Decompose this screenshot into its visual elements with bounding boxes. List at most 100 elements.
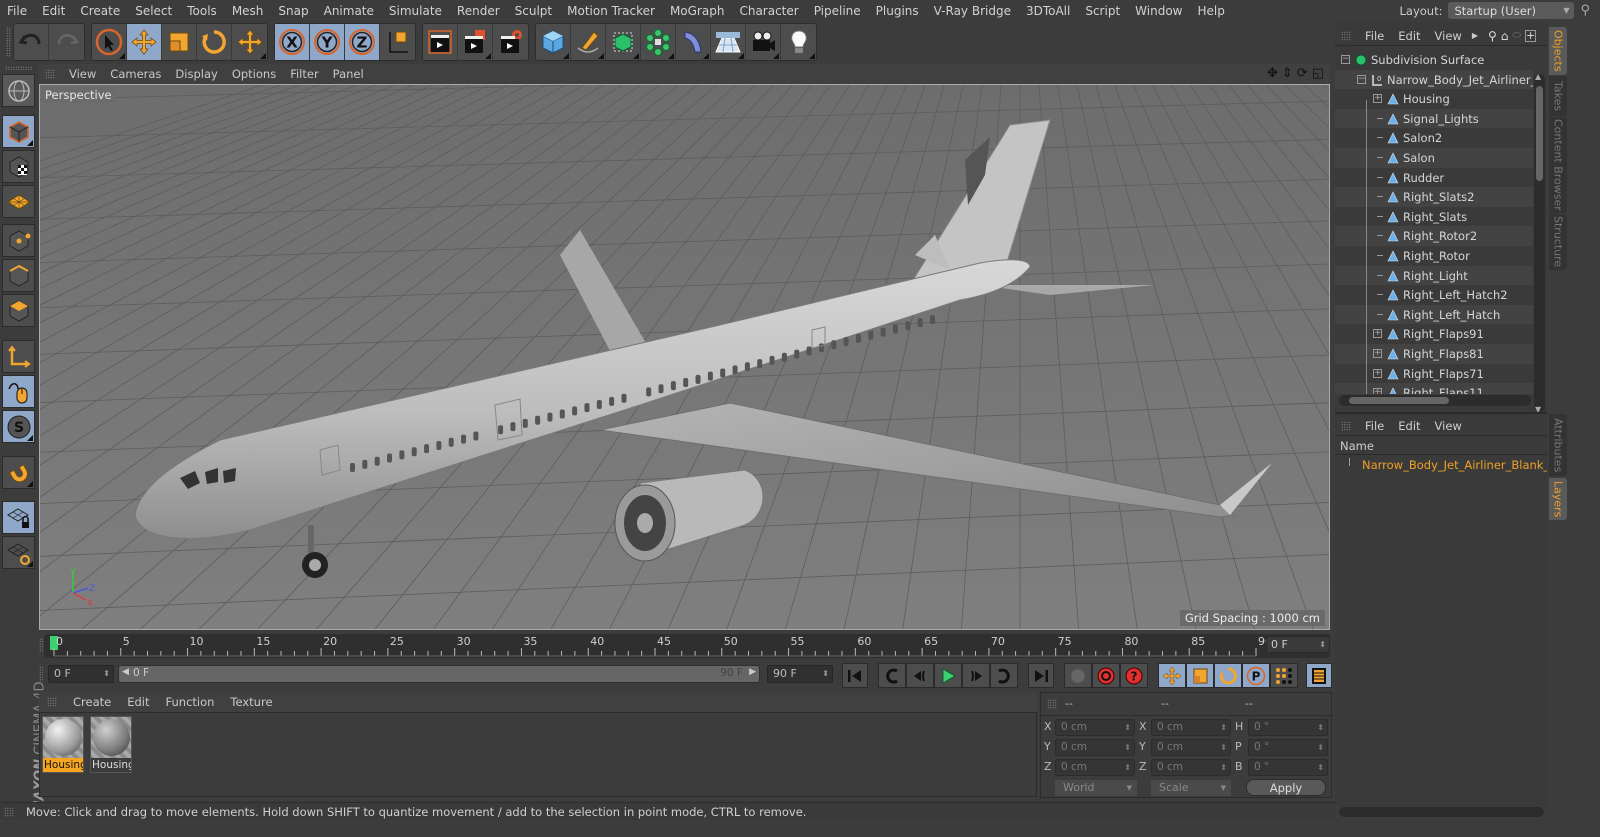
tab-attributes[interactable]: Attributes (1549, 414, 1567, 476)
tab-objects[interactable]: Objects (1549, 27, 1567, 75)
size-z-field[interactable]: 0 cm ⬍ (1151, 759, 1231, 776)
apply-button[interactable]: Apply (1246, 779, 1326, 796)
view-navigation-button[interactable] (2, 74, 35, 107)
object-row[interactable]: Right_Left_Hatch2 (1335, 285, 1533, 305)
menu-render[interactable]: Render (457, 4, 500, 18)
object-horizontal-scrollbar[interactable] (1339, 395, 1531, 406)
polygons-mode-button[interactable] (2, 294, 35, 327)
menu-tools[interactable]: Tools (187, 4, 217, 18)
menu-character[interactable]: Character (739, 4, 798, 18)
viewport-menu-cameras[interactable]: Cameras (110, 67, 161, 81)
3d-viewport[interactable]: Y Z X Perspective Grid Spacing : 1000 cm (39, 84, 1330, 630)
layer-row[interactable]: Narrow_Body_Jet_Airliner_Blank_L (1335, 456, 1547, 474)
cloner-button[interactable] (641, 24, 676, 60)
material-swatch[interactable]: Housing (90, 716, 132, 773)
viewport-menu-options[interactable]: Options (232, 67, 276, 81)
tweak-mode-button[interactable] (2, 375, 35, 408)
viewport-menu-filter[interactable]: Filter (290, 67, 318, 81)
timeline-ruler[interactable]: 0 5 10 15 20 25 30 35 40 45 50 55 60 65 70 75 80 85 90 (44, 634, 1330, 658)
viewport-menu-display[interactable]: Display (175, 67, 217, 81)
layer-name-column-header[interactable]: Name (1335, 439, 1547, 455)
workplane-align-button[interactable] (2, 536, 35, 569)
move-tool-button[interactable] (127, 24, 162, 60)
previous-frame-button[interactable] (906, 663, 934, 688)
cube-button[interactable] (536, 24, 571, 60)
key-position-button[interactable] (1158, 663, 1186, 688)
expand-icon[interactable]: + (1373, 329, 1382, 339)
tab-structure[interactable]: Structure (1549, 214, 1567, 270)
menu-select[interactable]: Select (135, 4, 172, 18)
search-icon[interactable]: ⚲ (1488, 29, 1497, 43)
go-to-end-button[interactable] (1028, 663, 1054, 688)
material-grip[interactable] (47, 697, 57, 707)
end-frame-field[interactable]: 90 F ⬍ (767, 665, 833, 683)
live-selection-button[interactable] (92, 24, 127, 60)
range-left-arrow-icon[interactable]: ◀ (122, 667, 129, 677)
new-view-icon[interactable]: + (1524, 29, 1536, 42)
object-row[interactable]: Signal_Lights (1335, 108, 1533, 129)
object-row[interactable]: − 0 Narrow_Body_Jet_Airliner_Blar (1335, 69, 1533, 90)
edges-mode-button[interactable] (2, 259, 35, 292)
menu-window[interactable]: Window (1135, 4, 1182, 18)
coordinates-grip[interactable] (1047, 699, 1057, 709)
subdivision-surface-button[interactable] (606, 24, 641, 60)
range-right-arrow-icon[interactable]: ▶ (749, 667, 756, 677)
object-row[interactable]: + Right_Flaps91 (1335, 324, 1533, 344)
layer-menu-view[interactable]: View (1435, 419, 1462, 433)
scroll-thumb[interactable] (1536, 86, 1543, 181)
object-row[interactable]: Right_Rotor2 (1335, 226, 1533, 246)
tab-layers[interactable]: Layers (1549, 478, 1567, 520)
search-icon[interactable]: ⚲ (1580, 3, 1590, 18)
size-mode-select[interactable]: Scale ▼ (1151, 780, 1231, 796)
menu-vray-bridge[interactable]: V-Ray Bridge (934, 4, 1011, 18)
rot-b-field[interactable]: 0 ° ⬍ (1248, 759, 1328, 776)
coordinate-space-select[interactable]: World ▼ (1055, 780, 1137, 796)
workplane-lock-button[interactable] (2, 501, 35, 534)
scale-tool-button[interactable] (162, 24, 197, 60)
rot-p-field[interactable]: 0 ° ⬍ (1248, 739, 1328, 756)
object-row[interactable]: + Right_Flaps71 (1335, 364, 1533, 384)
size-x-field[interactable]: 0 cm ⬍ (1151, 719, 1231, 736)
key-pla-button[interactable] (1270, 663, 1298, 688)
floor-button[interactable] (711, 24, 746, 60)
tab-content-browser[interactable]: Content Browser (1549, 117, 1567, 213)
light-button[interactable] (781, 24, 816, 60)
more-arrow-icon[interactable]: ▶ (1472, 31, 1478, 40)
snap-button[interactable] (2, 456, 35, 489)
keyframe-selection-button[interactable]: ? (1120, 663, 1148, 688)
layer-manager-grip[interactable] (1341, 420, 1351, 431)
scroll-up-icon[interactable]: ▲ (1535, 72, 1541, 81)
deformer-button[interactable] (676, 24, 711, 60)
object-row[interactable]: Rudder (1335, 168, 1533, 188)
layout-dropdown[interactable]: Startup (User) ▼ (1448, 2, 1575, 19)
expand-icon[interactable]: + (1373, 388, 1382, 394)
auto-keying-button[interactable] (1092, 663, 1120, 688)
material-menu-create[interactable]: Create (73, 695, 111, 709)
menu-sculpt[interactable]: Sculpt (515, 4, 552, 18)
redo-button[interactable] (49, 24, 84, 60)
size-y-field[interactable]: 0 cm ⬍ (1151, 739, 1231, 756)
camera-button[interactable] (746, 24, 781, 60)
object-manager-grip[interactable] (1341, 30, 1351, 41)
dolly-view-icon[interactable]: ⇕ (1282, 66, 1293, 81)
pan-view-icon[interactable]: ✥ (1267, 66, 1278, 81)
z-axis-button[interactable]: Z (345, 24, 380, 60)
object-row[interactable]: + Right_Flaps81 (1335, 344, 1533, 364)
layer-horizontal-scrollbar[interactable] (1339, 807, 1544, 817)
object-row[interactable]: Right_Left_Hatch (1335, 304, 1533, 325)
next-key-button[interactable] (990, 663, 1018, 688)
render-to-picture-viewer-button[interactable] (458, 24, 493, 60)
start-frame-field[interactable]: 0 F ⬍ (48, 665, 114, 683)
record-button[interactable] (1064, 663, 1092, 688)
camera-label[interactable]: Perspective (42, 87, 115, 103)
menu-mograph[interactable]: MoGraph (670, 4, 725, 18)
render-view-button[interactable] (423, 24, 458, 60)
layer-menu-edit[interactable]: Edit (1398, 419, 1420, 433)
orbit-view-icon[interactable]: ⟳ (1297, 66, 1308, 81)
expand-icon[interactable]: + (1373, 368, 1382, 378)
object-menu-file[interactable]: File (1365, 29, 1384, 43)
menu-plugins[interactable]: Plugins (876, 4, 919, 18)
object-row[interactable]: Right_Light (1335, 265, 1533, 286)
key-scale-button[interactable] (1186, 663, 1214, 688)
rot-h-field[interactable]: 0 ° ⬍ (1248, 719, 1328, 736)
